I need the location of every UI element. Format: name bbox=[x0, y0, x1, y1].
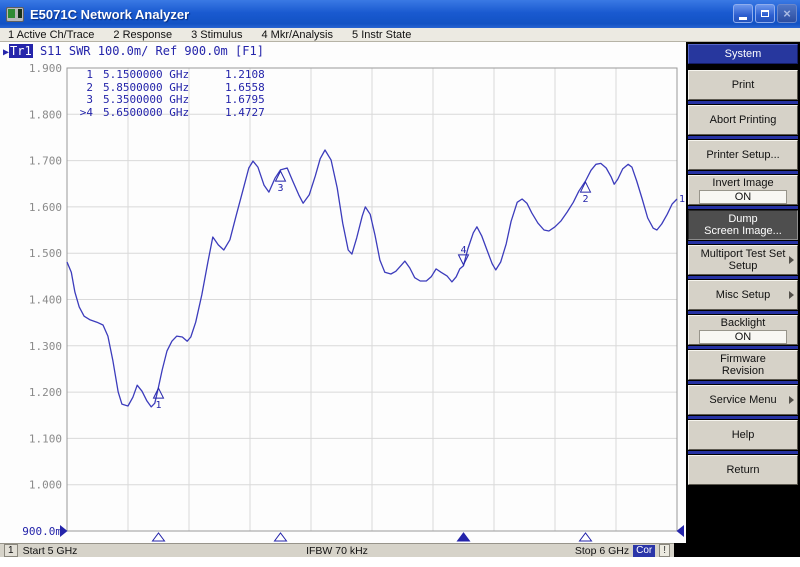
softkey-label: Help bbox=[732, 429, 755, 441]
softkey-multiport-test-set-setup[interactable]: Multiport Test Set Setup bbox=[688, 245, 798, 275]
window-title: E5071C Network Analyzer bbox=[30, 7, 189, 22]
softkey-abort-printing[interactable]: Abort Printing bbox=[688, 105, 798, 135]
menu-item-3-stimulus[interactable]: 3 Stimulus bbox=[191, 29, 242, 41]
softkey-label: Service Menu bbox=[709, 394, 776, 406]
close-button[interactable]: × bbox=[777, 4, 797, 23]
close-icon: × bbox=[783, 7, 791, 20]
y-axis-tick-label: 1.400 bbox=[29, 294, 62, 307]
marker-frequency: 5.1500000 GHz bbox=[103, 69, 221, 82]
trace-format-text: S11 SWR 100.0m/ Ref 900.0m bbox=[33, 44, 235, 58]
softkey-sidebar: System Print Abort Printing Printer Setup.… bbox=[686, 42, 800, 557]
status-bar-filler bbox=[674, 543, 686, 557]
start-frequency-label: Start 5 GHz bbox=[23, 545, 78, 557]
marker-label-3: 3 bbox=[277, 183, 283, 194]
menu-item-2-response[interactable]: 2 Response bbox=[113, 29, 172, 41]
y-axis-tick-label: 1.700 bbox=[29, 155, 62, 168]
softkey-label: Invert Image bbox=[712, 177, 773, 189]
marker-label-2: 2 bbox=[582, 194, 588, 205]
softkey-invert-image[interactable]: Invert ImageON bbox=[688, 175, 798, 205]
status-flag: ! bbox=[659, 544, 670, 557]
y-axis-tick-label: 1.200 bbox=[29, 386, 62, 399]
softkey-return[interactable]: Return bbox=[688, 455, 798, 485]
softkey-dump-screen-image[interactable]: Dump Screen Image... bbox=[688, 210, 798, 240]
softkey-service-menu[interactable]: Service Menu bbox=[688, 385, 798, 415]
window-titlebar: E5071C Network Analyzer × bbox=[0, 0, 800, 28]
ifbw-label: IFBW 70 kHz bbox=[0, 545, 674, 557]
minimize-button[interactable] bbox=[733, 4, 753, 23]
softkey-label: Print bbox=[732, 79, 755, 91]
y-axis-tick-label: 1.500 bbox=[29, 247, 62, 260]
softkey-help[interactable]: Help bbox=[688, 420, 798, 450]
softkey-value: ON bbox=[699, 190, 787, 204]
marker-value: 1.4727 bbox=[225, 107, 265, 120]
marker-table-row-1: 1 5.1500000 GHz 1.2108 bbox=[73, 69, 265, 82]
marker-label-1: 1 bbox=[155, 400, 161, 411]
submenu-arrow-icon bbox=[789, 396, 794, 404]
restore-icon bbox=[761, 10, 769, 17]
menu-item-4-mkr-analysis[interactable]: 4 Mkr/Analysis bbox=[261, 29, 333, 41]
stimulus-marker-2-icon[interactable] bbox=[580, 533, 592, 541]
ref-level-arrow-right-icon bbox=[677, 525, 685, 537]
ref-level-arrow-left-icon bbox=[60, 525, 68, 537]
menu-item-1-active-ch-trace[interactable]: 1 Active Ch/Trace bbox=[8, 29, 94, 41]
softkey-label: Abort Printing bbox=[710, 114, 777, 126]
trace-header: ▶Tr1 S11 SWR 100.0m/ Ref 900.0m [F1] bbox=[3, 44, 264, 58]
softkey-label: Multiport Test Set Setup bbox=[701, 248, 786, 272]
app-icon bbox=[6, 7, 24, 22]
correction-status-badge: Cor bbox=[633, 545, 655, 557]
marker-value: 1.6795 bbox=[225, 94, 265, 107]
submenu-arrow-icon bbox=[789, 291, 794, 299]
softkey-label: Dump Screen Image... bbox=[704, 213, 782, 237]
marker-number: 3 bbox=[73, 94, 93, 107]
y-axis-tick-label: 1.100 bbox=[29, 432, 62, 445]
softkey-label: Backlight bbox=[721, 317, 766, 329]
marker-value: 1.2108 bbox=[225, 69, 265, 82]
menu-item-5-instr-state[interactable]: 5 Instr State bbox=[352, 29, 411, 41]
submenu-arrow-icon bbox=[789, 256, 794, 264]
softkey-label: Misc Setup bbox=[716, 289, 770, 301]
trace-number-label: 1 bbox=[679, 194, 685, 205]
menu-bar: 1 Active Ch/Trace 2 Response 3 Stimulus 4 M… bbox=[0, 28, 800, 42]
stimulus-marker-4-icon[interactable] bbox=[458, 533, 470, 541]
stop-frequency-label: Stop 6 GHz bbox=[575, 545, 629, 557]
instrument-screen: 1.900 1.800 1.700 1.600 1.500 1.400 1.300 1.200… bbox=[0, 42, 686, 557]
y-axis-tick-label: 1.000 bbox=[29, 479, 62, 492]
softkey-label: Return bbox=[726, 464, 759, 476]
ref-level-label: 900.0m bbox=[22, 525, 62, 538]
stimulus-marker-1-icon[interactable] bbox=[153, 533, 165, 541]
softkey-misc-setup[interactable]: Misc Setup bbox=[688, 280, 798, 310]
channel-indicator: 1 bbox=[4, 544, 18, 557]
maximize-button[interactable] bbox=[755, 4, 775, 23]
softkey-label: Printer Setup... bbox=[706, 149, 779, 161]
y-axis-tick-label: 1.900 bbox=[29, 62, 62, 75]
marker-label-4: 4 bbox=[460, 245, 466, 256]
stimulus-marker-3-icon[interactable] bbox=[275, 533, 287, 541]
softkey-backlight[interactable]: BacklightON bbox=[688, 315, 798, 345]
status-bar: 1 Start 5 GHz IFBW 70 kHz Stop 6 GHz Cor… bbox=[0, 543, 674, 557]
marker-table: 15.1500000 GHz1.210825.8500000 GHz1.6558… bbox=[73, 69, 265, 119]
marker-number: >4 bbox=[73, 107, 93, 120]
marker-frequency: 5.6500000 GHz bbox=[103, 107, 221, 120]
sidebar-header-system[interactable]: System bbox=[688, 44, 798, 64]
softkey-label: Firmware Revision bbox=[720, 353, 766, 377]
minimize-icon bbox=[739, 17, 747, 20]
marker-table-row-3: 3 5.3500000 GHz 1.6795 bbox=[73, 94, 265, 107]
window-label: [F1] bbox=[235, 44, 264, 58]
y-axis-tick-label: 1.300 bbox=[29, 340, 62, 353]
softkey-value: ON bbox=[699, 330, 787, 344]
softkey-printer-setup[interactable]: Printer Setup... bbox=[688, 140, 798, 170]
marker-table-row-4: >4 5.6500000 GHz 1.4727 bbox=[73, 107, 265, 120]
y-axis-tick-label: 1.600 bbox=[29, 201, 62, 214]
marker-frequency: 5.3500000 GHz bbox=[103, 94, 221, 107]
softkey-firmware-revision[interactable]: Firmware Revision bbox=[688, 350, 798, 380]
y-axis-tick-label: 1.800 bbox=[29, 108, 62, 121]
trace-badge[interactable]: Tr1 bbox=[9, 44, 33, 58]
softkey-print[interactable]: Print bbox=[688, 70, 798, 100]
marker-number: 1 bbox=[73, 69, 93, 82]
